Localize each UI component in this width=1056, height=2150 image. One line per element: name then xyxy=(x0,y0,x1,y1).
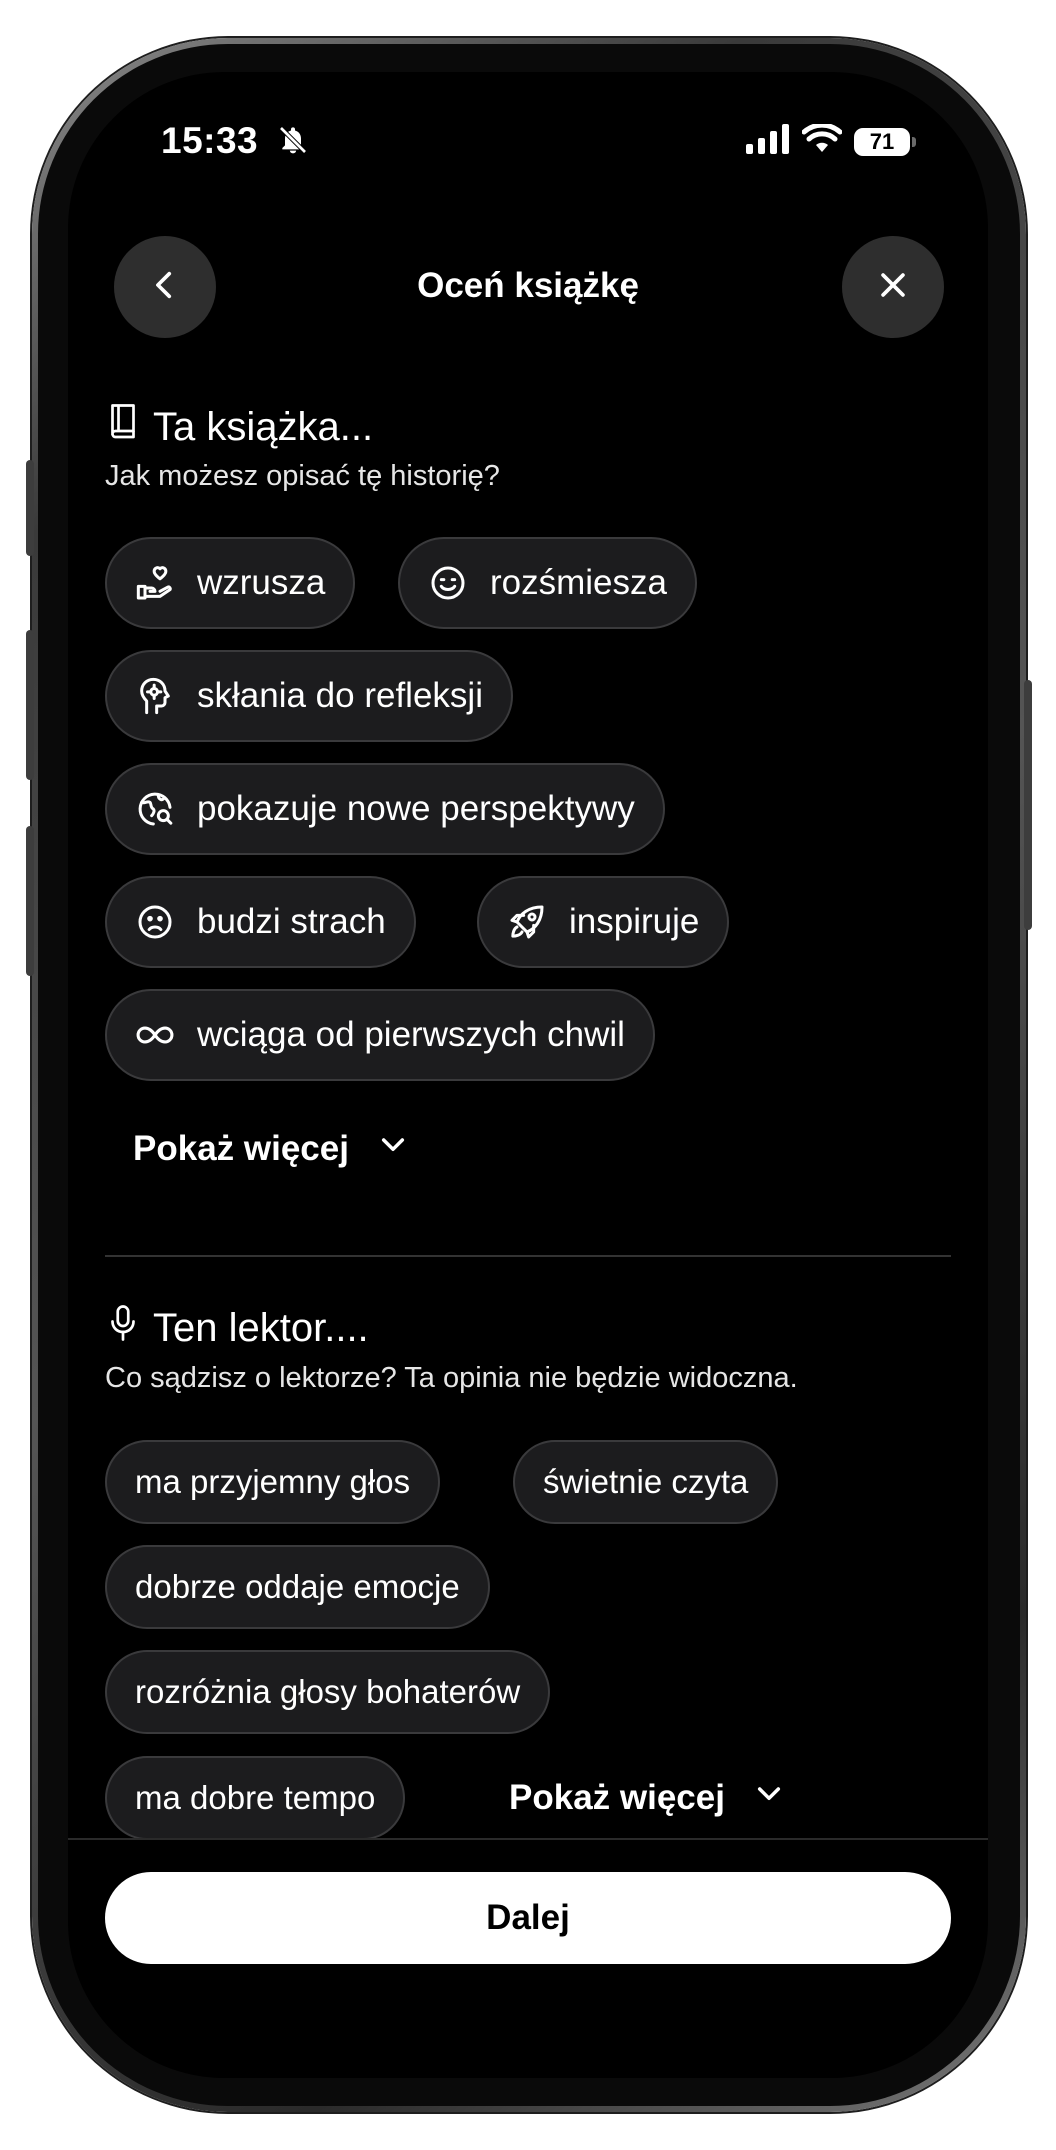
chip-wzrusza[interactable]: wzrusza xyxy=(105,537,356,629)
chevron-down-icon xyxy=(377,1128,409,1169)
volume-down-button xyxy=(26,826,34,976)
book-section-title-text: Ta książka... xyxy=(153,404,374,449)
chip-label: inspiruje xyxy=(569,902,700,941)
book-icon xyxy=(105,402,141,452)
wifi-icon xyxy=(801,122,843,159)
chip-rozroznia-glosy-bohaterow[interactable]: rozróżnia głosy bohaterów xyxy=(105,1650,551,1734)
chip-label: ma dobre tempo xyxy=(135,1779,376,1816)
chip-label: rozśmiesza xyxy=(490,563,667,602)
app-screen: 15:33 71 Oceń książkę Ta książka... Jak … xyxy=(68,72,988,2078)
section-divider xyxy=(105,1255,951,1257)
close-button[interactable] xyxy=(842,236,944,338)
battery-icon: 71 xyxy=(854,127,916,156)
status-indicators: 71 xyxy=(746,122,916,159)
chip-swietnie-czyta[interactable]: świetnie czyta xyxy=(513,1440,779,1524)
chip-label: wciąga od pierwszych chwil xyxy=(197,1015,625,1054)
microphone-icon xyxy=(105,1303,141,1353)
home-indicator xyxy=(378,2032,678,2042)
rocket-icon xyxy=(507,902,547,942)
show-more-label: Pokaż więcej xyxy=(509,1777,725,1817)
status-bar: 15:33 71 xyxy=(68,72,988,212)
chip-label: rozróżnia głosy bohaterów xyxy=(135,1673,521,1710)
chip-label: budzi strach xyxy=(197,902,386,941)
close-icon xyxy=(876,268,910,307)
narrator-section-title: Ten lektor.... xyxy=(105,1303,369,1353)
chip-label: pokazuje nowe perspektywy xyxy=(197,789,635,828)
smile-icon xyxy=(428,563,468,603)
chevron-down-icon xyxy=(753,1777,785,1818)
chip-ma-dobre-tempo[interactable]: ma dobre tempo xyxy=(105,1756,406,1840)
chip-budzi-strach[interactable]: budzi strach xyxy=(105,876,416,968)
head-gear-icon xyxy=(135,676,175,716)
chip-label: dobrze oddaje emocje xyxy=(135,1568,460,1605)
frown-icon xyxy=(135,902,175,942)
volume-up-button xyxy=(26,630,34,780)
narrator-section-title-text: Ten lektor.... xyxy=(153,1305,369,1350)
chip-rozsmiesza[interactable]: rozśmiesza xyxy=(398,537,697,629)
book-section-title: Ta książka... xyxy=(105,402,373,452)
narrator-section-subtitle: Co sądzisz o lektorze? Ta opinia nie będ… xyxy=(105,1362,798,1394)
show-more-label: Pokaż więcej xyxy=(133,1128,349,1168)
chip-label: świetnie czyta xyxy=(543,1463,749,1500)
chip-label: ma przyjemny głos xyxy=(135,1463,411,1500)
book-show-more-button[interactable]: Pokaż więcej xyxy=(133,1128,409,1169)
chip-label: skłania do refleksji xyxy=(197,676,483,715)
book-section-subtitle: Jak możesz opisać tę historię? xyxy=(105,460,500,492)
bell-slash-icon xyxy=(277,124,309,161)
chip-dobrze-oddaje-emocje[interactable]: dobrze oddaje emocje xyxy=(105,1545,490,1629)
narrator-show-more-button[interactable]: Pokaż więcej xyxy=(509,1777,785,1818)
action-button xyxy=(26,460,34,556)
hand-heart-icon xyxy=(135,563,175,603)
power-button xyxy=(1024,680,1032,930)
chip-pokazuje-nowe-perspektywy[interactable]: pokazuje nowe perspektywy xyxy=(105,763,665,855)
globe-search-icon xyxy=(135,789,175,829)
status-time: 15:33 xyxy=(161,120,259,161)
chip-inspiruje[interactable]: inspiruje xyxy=(477,876,730,968)
signal-icon xyxy=(746,124,790,159)
next-button[interactable]: Dalej xyxy=(105,1872,951,1964)
infinity-icon xyxy=(135,1015,175,1055)
chip-ma-przyjemny-glos[interactable]: ma przyjemny głos xyxy=(105,1440,441,1524)
footer-divider xyxy=(68,1838,988,1840)
chip-sklania-do-refleksji[interactable]: skłania do refleksji xyxy=(105,650,513,742)
chip-label: wzrusza xyxy=(197,563,326,602)
chip-wciaga-od-pierwszych-chwil[interactable]: wciąga od pierwszych chwil xyxy=(105,989,655,1081)
